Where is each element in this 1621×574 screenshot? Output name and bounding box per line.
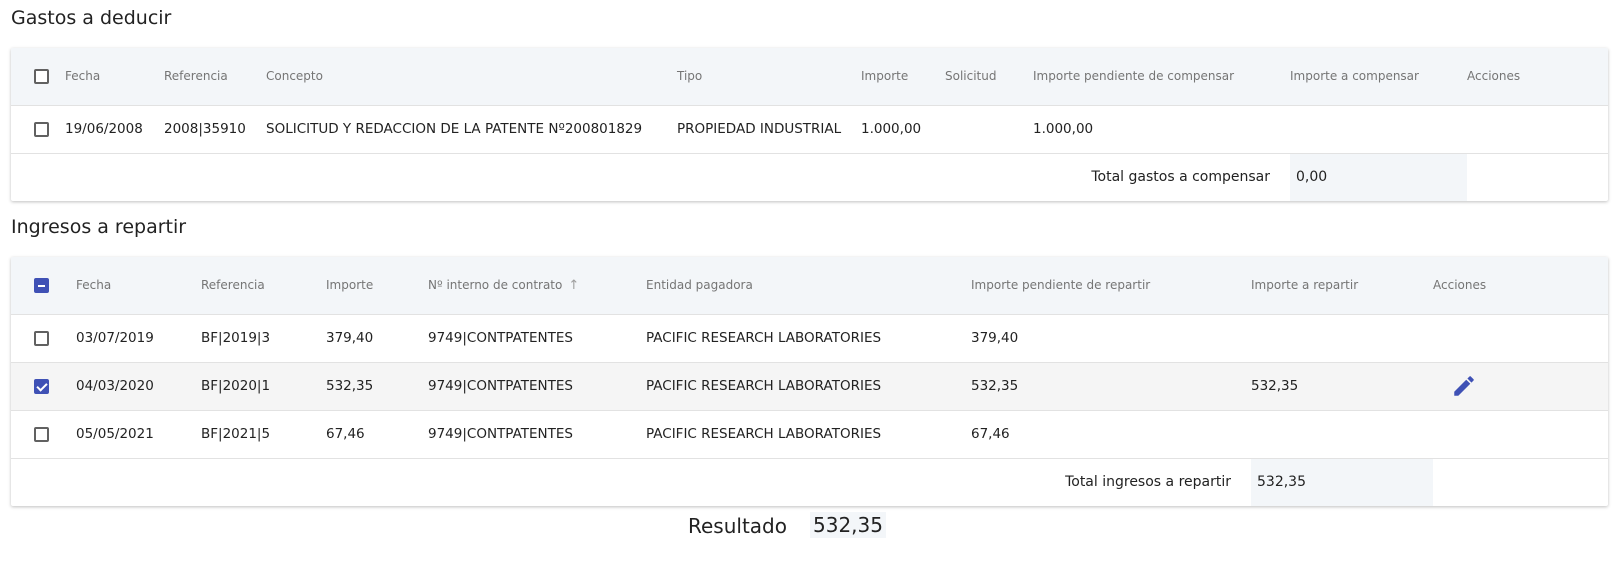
column-header-referencia[interactable]: Referencia <box>201 257 326 314</box>
total-ingresos-label: Total ingresos a repartir <box>11 457 1251 506</box>
cell-importe: 1.000,00 <box>861 104 945 153</box>
cell-contrato: 9749|CONTPATENTES <box>428 409 646 458</box>
column-header-importe-pendiente[interactable]: Importe pendiente de compensar <box>1033 48 1290 105</box>
cell-importe-pendiente: 67,46 <box>971 409 1251 458</box>
cell-importe: 532,35 <box>326 361 428 410</box>
ingresos-table: Fecha Referencia Importe Nº interno de c… <box>11 257 1608 506</box>
gastos-header-row: Fecha Referencia Concepto Tipo Importe S… <box>11 48 1608 105</box>
total-gastos-label: Total gastos a compensar <box>11 152 1290 201</box>
gastos-table: Fecha Referencia Concepto Tipo Importe S… <box>11 48 1608 201</box>
cell-fecha: 19/06/2008 <box>65 104 164 153</box>
cell-entidad: PACIFIC RESEARCH LABORATORIES <box>646 409 971 458</box>
cell-importe-pendiente: 1.000,00 <box>1033 104 1290 153</box>
cell-acciones <box>1467 104 1608 153</box>
row-checkbox[interactable] <box>34 426 49 442</box>
row-checkbox[interactable] <box>34 121 49 137</box>
resultado-label: Resultado <box>688 514 787 538</box>
cell-contrato: 9749|CONTPATENTES <box>428 361 646 410</box>
gastos-total-row: Total gastos a compensar 0,00 <box>11 152 1608 201</box>
cell-fecha: 03/07/2019 <box>76 313 201 362</box>
cell-referencia: 2008|35910 <box>164 104 266 153</box>
cell-importe-a-repartir[interactable]: 532,35 <box>1251 361 1433 410</box>
cell-contrato: 9749|CONTPATENTES <box>428 313 646 362</box>
column-header-referencia[interactable]: Referencia <box>164 48 266 105</box>
cell-importe-a-repartir[interactable] <box>1251 313 1433 362</box>
cell-acciones <box>1433 361 1608 410</box>
cell-referencia: BF|2021|5 <box>201 409 326 458</box>
cell-fecha: 05/05/2021 <box>76 409 201 458</box>
table-row[interactable]: 03/07/2019 BF|2019|3 379,40 9749|CONTPAT… <box>11 313 1608 362</box>
column-header-importe-a-compensar[interactable]: Importe a compensar <box>1290 48 1467 105</box>
column-header-importe-pendiente[interactable]: Importe pendiente de repartir <box>971 257 1251 314</box>
cell-tipo: PROPIEDAD INDUSTRIAL <box>677 104 861 153</box>
table-row[interactable]: 19/06/2008 2008|35910 SOLICITUD Y REDACC… <box>11 104 1608 153</box>
gastos-section-title: Gastos a deducir <box>11 7 172 29</box>
cell-entidad: PACIFIC RESEARCH LABORATORIES <box>646 361 971 410</box>
column-header-fecha[interactable]: Fecha <box>76 257 201 314</box>
cell-fecha: 04/03/2020 <box>76 361 201 410</box>
resultado-value: 532,35 <box>810 512 886 538</box>
ingresos-total-row: Total ingresos a repartir 532,35 <box>11 457 1608 506</box>
column-header-importe[interactable]: Importe <box>861 48 945 105</box>
row-checkbox[interactable] <box>34 378 49 394</box>
arrow-up-icon[interactable]: ↑ <box>568 278 579 293</box>
ingresos-section-title: Ingresos a repartir <box>11 216 187 238</box>
ingresos-table-card: Fecha Referencia Importe Nº interno de c… <box>11 257 1608 506</box>
column-header-acciones: Acciones <box>1433 278 1487 293</box>
column-header-acciones: Acciones <box>1467 69 1521 84</box>
column-header-concepto[interactable]: Concepto <box>266 48 677 105</box>
cell-importe-a-repartir[interactable] <box>1251 409 1433 458</box>
select-all-checkbox[interactable] <box>34 68 49 84</box>
cell-importe: 67,46 <box>326 409 428 458</box>
total-gastos-value: 0,00 <box>1290 152 1467 201</box>
ingresos-header-row: Fecha Referencia Importe Nº interno de c… <box>11 257 1608 314</box>
row-checkbox[interactable] <box>34 330 49 346</box>
gastos-table-card: Fecha Referencia Concepto Tipo Importe S… <box>11 48 1608 201</box>
column-header-importe-a-repartir[interactable]: Importe a repartir <box>1251 257 1433 314</box>
select-all-checkbox[interactable] <box>34 277 49 293</box>
contrato-header-label: Nº interno de contrato <box>428 277 563 292</box>
column-header-fecha[interactable]: Fecha <box>65 48 164 105</box>
cell-entidad: PACIFIC RESEARCH LABORATORIES <box>646 313 971 362</box>
table-row[interactable]: 05/05/2021 BF|2021|5 67,46 9749|CONTPATE… <box>11 409 1608 458</box>
table-row[interactable]: 04/03/2020 BF|2020|1 532,35 9749|CONTPAT… <box>11 361 1608 410</box>
edit-icon[interactable] <box>1451 373 1477 399</box>
cell-acciones <box>1433 409 1608 458</box>
cell-referencia: BF|2019|3 <box>201 313 326 362</box>
cell-concepto: SOLICITUD Y REDACCION DE LA PATENTE Nº20… <box>266 104 677 153</box>
cell-referencia: BF|2020|1 <box>201 361 326 410</box>
cell-importe-pendiente: 379,40 <box>971 313 1251 362</box>
cell-importe-a-compensar[interactable] <box>1290 104 1467 153</box>
total-ingresos-value: 532,35 <box>1251 457 1433 506</box>
cell-solicitud <box>945 104 1033 153</box>
column-header-importe[interactable]: Importe <box>326 257 428 314</box>
cell-importe-pendiente: 532,35 <box>971 361 1251 410</box>
cell-acciones <box>1433 313 1608 362</box>
column-header-tipo[interactable]: Tipo <box>677 48 861 105</box>
column-header-contrato[interactable]: Nº interno de contrato ↑ <box>428 257 646 314</box>
column-header-solicitud[interactable]: Solicitud <box>945 48 1033 105</box>
column-header-entidad[interactable]: Entidad pagadora <box>646 257 971 314</box>
cell-importe: 379,40 <box>326 313 428 362</box>
